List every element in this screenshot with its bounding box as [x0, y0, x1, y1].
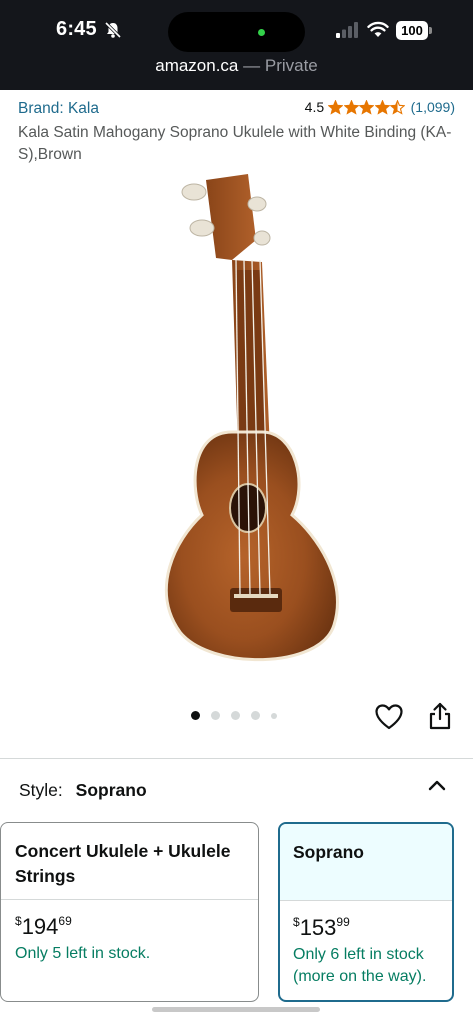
star-half-icon — [390, 99, 406, 115]
url-domain: amazon.ca — [155, 56, 239, 75]
home-indicator[interactable] — [152, 1007, 320, 1012]
rating-summary[interactable]: 4.5 (1,099) — [305, 99, 455, 115]
carousel-dot[interactable] — [211, 711, 220, 720]
wifi-icon — [367, 21, 389, 37]
star-full-icon — [374, 99, 390, 115]
variant-price: $15399 — [293, 915, 350, 940]
style-value: Soprano — [75, 780, 147, 800]
battery-level: 100 — [396, 21, 428, 40]
variant-stock-status: Only 6 left in stock (more on the way). — [293, 946, 427, 985]
battery-icon: 100 — [396, 21, 432, 40]
image-carousel-dots[interactable] — [191, 711, 288, 720]
product-image[interactable] — [120, 170, 360, 670]
address-bar[interactable]: amazon.ca — Private — [0, 56, 473, 76]
status-time: 6:45 — [56, 18, 97, 40]
brand-link[interactable]: Brand: Kala — [18, 100, 99, 118]
variant-card-soprano-selected[interactable]: Soprano $15399 Only 6 left in stock (mor… — [278, 822, 454, 1002]
style-selector[interactable]: Style: Soprano — [19, 780, 147, 801]
share-icon[interactable] — [428, 702, 452, 730]
carousel-dot[interactable] — [271, 712, 277, 719]
cell-signal-icon — [336, 22, 358, 38]
chevron-up-icon[interactable] — [427, 778, 447, 792]
heart-icon[interactable] — [375, 704, 403, 730]
carousel-dot[interactable] — [231, 711, 240, 720]
private-mode-label: — Private — [238, 56, 318, 75]
rating-value: 4.5 — [304, 99, 325, 115]
star-full-icon — [343, 99, 359, 115]
variant-name: Concert Ukulele + Ukulele Strings — [1, 823, 258, 900]
bell-off-icon — [104, 21, 122, 39]
star-rating — [328, 99, 406, 115]
section-divider — [0, 758, 473, 759]
star-full-icon — [328, 99, 344, 115]
carousel-dot-active[interactable] — [191, 711, 200, 720]
camera-indicator-icon — [258, 29, 265, 36]
style-label: Style: — [19, 780, 63, 800]
rating-count-link[interactable]: (1,099) — [411, 99, 455, 115]
star-full-icon — [359, 99, 375, 115]
variant-card-concert[interactable]: Concert Ukulele + Ukulele Strings $19469… — [0, 822, 259, 1002]
browser-top-bar: 6:45 100 amazon.ca — Private — [0, 0, 473, 90]
dynamic-island — [168, 12, 305, 52]
product-title: Kala Satin Mahogany Soprano Ukulele with… — [18, 124, 452, 163]
variant-price: $19469 — [15, 914, 72, 939]
variant-stock-status: Only 5 left in stock. — [15, 945, 151, 962]
carousel-dot[interactable] — [251, 711, 260, 720]
variant-name: Soprano — [280, 824, 452, 901]
